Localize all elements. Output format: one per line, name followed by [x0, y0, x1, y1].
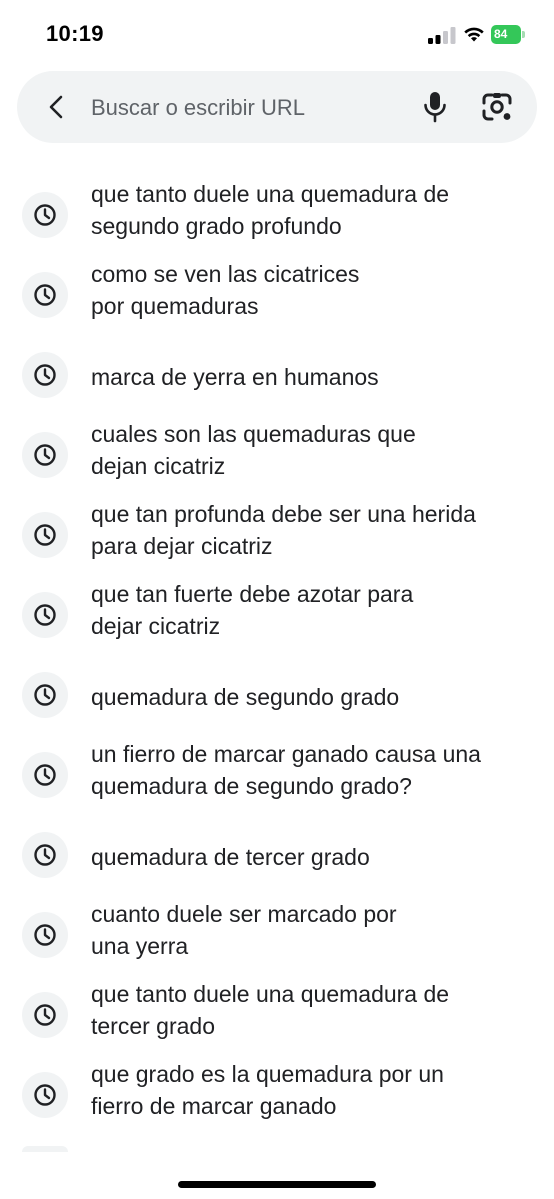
suggestion-item[interactable]: que tanto duele una quemadura de tercer … [0, 978, 554, 1058]
suggestion-line-1: un fierro de marcar ganado causa una [91, 741, 481, 767]
suggestion-item[interactable]: como se ven las cicatrices por quemadura… [0, 258, 554, 338]
suggestion-item[interactable]: cuales son las quemaduras que dejan cica… [0, 418, 554, 498]
suggestion-line-1: marca de yerra en humanos [91, 364, 379, 390]
suggestion-item[interactable]: quemadura de segundo grado [0, 658, 554, 738]
history-clock-icon [22, 272, 68, 318]
back-button[interactable] [39, 89, 75, 125]
suggestion-text: que tanto duele una quemadura de segundo… [91, 178, 531, 242]
suggestion-item[interactable]: quemadura de tercer grado [0, 818, 554, 898]
suggestion-text: quemadura de segundo grado [91, 681, 531, 713]
suggestion-line-2: tercer grado [91, 1013, 216, 1039]
suggestion-item[interactable]: marca de yerra en humanos [0, 338, 554, 418]
suggestion-line-2: dejar cicatriz [91, 613, 221, 639]
history-clock-icon [22, 832, 68, 878]
suggestion-line-2: quemadura de segundo grado? [91, 773, 412, 799]
suggestion-line-2: fierro de marcar ganado [91, 1093, 337, 1119]
status-time: 10:19 [46, 21, 104, 46]
suggestion-line-1: cuanto duele ser marcado por [91, 901, 397, 927]
history-clock-icon [22, 672, 68, 718]
suggestion-line-1: cuales son las quemaduras que [91, 421, 416, 447]
suggestion-line-1: que grado es la quemadura por un [91, 1061, 444, 1087]
cellular-signal-icon [428, 27, 456, 44]
home-indicator[interactable] [178, 1181, 376, 1188]
suggestion-text: quemadura de tercer grado [91, 841, 531, 873]
voice-search-button[interactable] [415, 87, 455, 127]
suggestion-text: un fierro de marcar ganado causa una que… [91, 738, 531, 802]
status-bar: 10:19 84 [0, 0, 554, 70]
suggestion-item[interactable]: que tan profunda debe ser una herida par… [0, 498, 554, 578]
search-input[interactable] [89, 89, 393, 127]
suggestion-line-1: quemadura de segundo grado [91, 684, 400, 710]
battery-level: 84 [491, 25, 521, 44]
battery-indicator: 84 [491, 25, 525, 44]
battery-cap [522, 31, 525, 38]
suggestion-list: que tanto duele una quemadura de segundo… [0, 178, 554, 1138]
camera-lens-icon [482, 93, 512, 121]
suggestion-item[interactable]: un fierro de marcar ganado causa una que… [0, 738, 554, 818]
suggestion-line-1: que tan profunda debe ser una herida [91, 501, 476, 527]
suggestion-line-2: por quemaduras [91, 293, 259, 319]
suggestion-item[interactable]: cuanto duele ser marcado por una yerra [0, 898, 554, 978]
history-clock-icon [22, 1072, 68, 1118]
suggestion-text: cuanto duele ser marcado por una yerra [91, 898, 531, 962]
suggestion-line-2: dejan cicatriz [91, 453, 226, 479]
suggestion-line-2: segundo grado profundo [91, 213, 342, 239]
suggestion-line-2: para dejar cicatriz [91, 533, 273, 559]
history-clock-icon [22, 912, 68, 958]
search-bar[interactable] [17, 71, 537, 143]
history-clock-icon [22, 512, 68, 558]
suggestion-text: que tan fuerte debe azotar para dejar ci… [91, 578, 531, 642]
history-clock-icon [22, 752, 68, 798]
history-clock-icon [22, 432, 68, 478]
partial-suggestion-icon [22, 1146, 68, 1152]
suggestion-line-1: que tanto duele una quemadura de [91, 181, 450, 207]
suggestion-item[interactable]: que grado es la quemadura por un fierro … [0, 1058, 554, 1138]
suggestion-text: marca de yerra en humanos [91, 361, 531, 393]
suggestion-item[interactable]: que tanto duele una quemadura de segundo… [0, 178, 554, 258]
suggestion-line-1: que tan fuerte debe azotar para [91, 581, 414, 607]
suggestion-item[interactable]: que tan fuerte debe azotar para dejar ci… [0, 578, 554, 658]
wifi-icon [464, 27, 484, 42]
suggestion-line-1: que tanto duele una quemadura de [91, 981, 450, 1007]
lens-search-button[interactable] [476, 87, 518, 127]
history-clock-icon [22, 352, 68, 398]
back-arrow-icon [49, 95, 63, 119]
history-clock-icon [22, 992, 68, 1038]
suggestion-text: cuales son las quemaduras que dejan cica… [91, 418, 531, 482]
suggestion-line-1: como se ven las cicatrices [91, 261, 360, 287]
suggestion-text: como se ven las cicatrices por quemadura… [91, 258, 531, 322]
suggestion-line-1: quemadura de tercer grado [91, 844, 370, 870]
suggestion-line-2: una yerra [91, 933, 189, 959]
suggestion-text: que tanto duele una quemadura de tercer … [91, 978, 531, 1042]
suggestion-text: que tan profunda debe ser una herida par… [91, 498, 531, 562]
microphone-icon [424, 92, 446, 123]
history-clock-icon [22, 592, 68, 638]
suggestion-text: que grado es la quemadura por un fierro … [91, 1058, 531, 1122]
history-clock-icon [22, 192, 68, 238]
